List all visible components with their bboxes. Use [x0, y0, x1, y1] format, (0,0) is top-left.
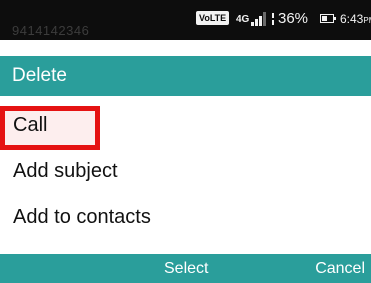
clock-suffix: PM [363, 16, 371, 25]
options-menu: Call Add subject Add to contacts [0, 102, 371, 240]
battery-icon [320, 14, 336, 23]
menu-item-label: Call [13, 114, 48, 136]
select-softkey[interactable]: Select [164, 254, 208, 283]
dialog-title: Delete [0, 56, 371, 96]
data-activity-icon [270, 12, 275, 26]
clock: 6:43PM [340, 12, 371, 26]
menu-item-label: Add subject [13, 160, 118, 182]
network-type-label: 4G [236, 14, 250, 25]
volte-badge: VoLTE [196, 11, 230, 25]
background-number-text: 9414142346 [12, 23, 90, 38]
menu-item-call[interactable]: Call [0, 102, 371, 150]
menu-item-add-subject[interactable]: Add subject [0, 148, 371, 194]
signal-strength-icon [251, 12, 267, 26]
status-bar: 9414142346 VoLTE 4G 36% 6:43PM [0, 0, 371, 40]
clock-time: 6:43 [340, 12, 364, 26]
menu-item-label: Add to contacts [13, 206, 151, 228]
softkey-bar: Select Cancel [0, 254, 371, 283]
cancel-softkey[interactable]: Cancel [315, 254, 365, 283]
battery-percent: 36% [278, 10, 309, 27]
menu-item-add-to-contacts[interactable]: Add to contacts [0, 194, 371, 240]
